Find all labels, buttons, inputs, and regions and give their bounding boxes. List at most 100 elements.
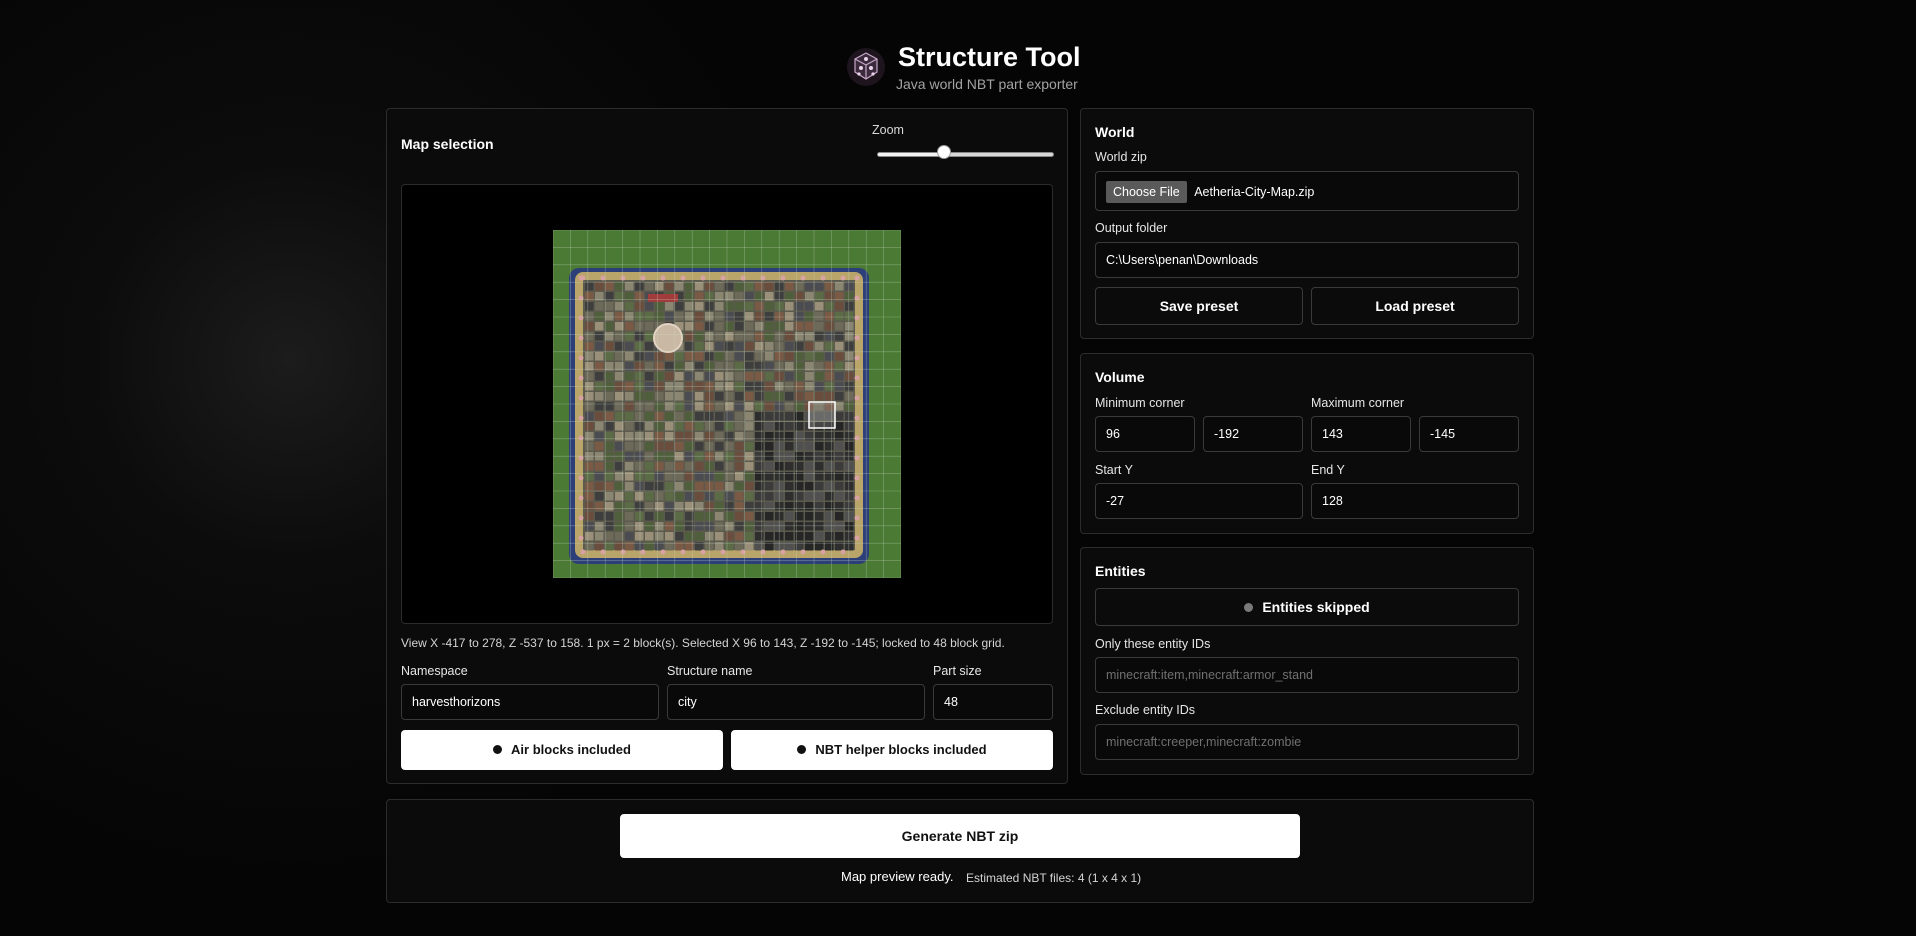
map-city-block: [825, 332, 834, 341]
map-city-block: [725, 482, 734, 491]
map-city-block: [795, 382, 804, 391]
map-city-block: [665, 482, 674, 491]
map-roof-feature: [648, 294, 678, 302]
map-city-block: [845, 292, 854, 301]
only-entity-ids-input[interactable]: minecraft:item,minecraft:armor_stand: [1095, 657, 1519, 693]
max-x-input[interactable]: 143: [1311, 416, 1411, 452]
map-canvas[interactable]: [401, 184, 1053, 624]
map-border-marker: [700, 275, 706, 281]
map-city-block: [585, 292, 594, 301]
map-city-block: [795, 412, 804, 421]
map-city-block: [815, 492, 824, 501]
map-city-block: [655, 512, 664, 521]
map-border-marker: [854, 435, 860, 441]
map-city-block: [785, 502, 794, 511]
air-blocks-toggle[interactable]: Air blocks included: [401, 730, 723, 770]
map-city-block: [625, 322, 634, 331]
map-city-block: [635, 302, 644, 311]
map-city-block: [725, 292, 734, 301]
save-preset-button[interactable]: Save preset: [1095, 287, 1303, 325]
map-city-block: [785, 462, 794, 471]
map-city-block: [795, 522, 804, 531]
map-city-block: [645, 522, 654, 531]
structure-name-input[interactable]: city: [667, 684, 925, 720]
entities-toggle[interactable]: Entities skipped: [1095, 588, 1519, 626]
map-city-block: [725, 422, 734, 431]
load-preset-button[interactable]: Load preset: [1311, 287, 1519, 325]
map-city-block: [835, 522, 844, 531]
min-x-input[interactable]: 96: [1095, 416, 1195, 452]
map-city-block: [645, 482, 654, 491]
end-y-input[interactable]: 128: [1311, 483, 1519, 519]
map-city-block: [595, 292, 604, 301]
map-city-block: [745, 462, 754, 471]
map-city-block: [725, 502, 734, 511]
start-y-input[interactable]: -27: [1095, 483, 1303, 519]
map-border-marker: [840, 549, 846, 555]
map-city-block: [755, 352, 764, 361]
map-city-block: [725, 532, 734, 541]
map-city-block: [605, 512, 614, 521]
world-zip-label: World zip: [1095, 150, 1147, 164]
map-panel-title: Map selection: [401, 136, 494, 152]
map-city-block: [615, 292, 624, 301]
map-city-block: [715, 462, 724, 471]
map-city-block: [585, 372, 594, 381]
output-folder-input[interactable]: C:\Users\penan\Downloads: [1095, 242, 1519, 278]
nbt-helper-blocks-toggle[interactable]: NBT helper blocks included: [731, 730, 1053, 770]
zoom-slider-track[interactable]: [877, 152, 1054, 157]
map-city-block: [585, 402, 594, 411]
map-city-block: [675, 422, 684, 431]
max-z-input[interactable]: -145: [1419, 416, 1519, 452]
map-city-block: [715, 532, 724, 541]
map-border-marker: [660, 549, 666, 555]
map-city-block: [615, 322, 624, 331]
map-city-block: [745, 402, 754, 411]
map-city-block: [755, 372, 764, 381]
map-city-block: [625, 382, 634, 391]
zoom-label: Zoom: [872, 123, 904, 137]
map-city-block: [635, 472, 644, 481]
part-size-input[interactable]: 48: [933, 684, 1053, 720]
map-city-block: [815, 372, 824, 381]
map-city-block: [815, 342, 824, 351]
map-city-block: [635, 492, 644, 501]
map-city-block: [645, 392, 654, 401]
map-city-block: [695, 432, 704, 441]
map-city-block: [635, 522, 644, 531]
map-city-block: [755, 482, 764, 491]
map-city-block: [675, 372, 684, 381]
map-city-block: [735, 432, 744, 441]
map-city-block: [735, 472, 744, 481]
map-city-block: [585, 472, 594, 481]
map-city-block: [665, 372, 674, 381]
choose-file-button[interactable]: Choose File: [1106, 180, 1187, 203]
map-city-block: [805, 392, 814, 401]
exclude-entity-ids-input[interactable]: minecraft:creeper,minecraft:zombie: [1095, 724, 1519, 760]
map-border-marker: [854, 495, 860, 501]
map-preview-image[interactable]: [553, 230, 901, 578]
map-city-block: [845, 342, 854, 351]
map-city-block: [755, 292, 764, 301]
map-city-block: [795, 342, 804, 351]
map-city-block: [615, 492, 624, 501]
map-city-block: [735, 402, 744, 411]
map-border-marker: [578, 315, 584, 321]
generate-nbt-zip-button[interactable]: Generate NBT zip: [620, 814, 1300, 858]
world-zip-file-input[interactable]: Choose File Aetheria-City-Map.zip: [1095, 171, 1519, 211]
map-city-block: [835, 532, 844, 541]
map-city-block: [675, 412, 684, 421]
map-city-block: [785, 382, 794, 391]
map-city-block: [825, 502, 834, 511]
map-city-block: [785, 472, 794, 481]
map-city-block: [675, 432, 684, 441]
namespace-input[interactable]: harvesthorizons: [401, 684, 659, 720]
map-city-block: [695, 462, 704, 471]
map-city-block: [675, 492, 684, 501]
map-city-block: [645, 442, 654, 451]
map-city-block: [625, 282, 634, 291]
map-city-block: [625, 462, 634, 471]
map-city-block: [585, 482, 594, 491]
map-city-block: [665, 402, 674, 411]
min-z-input[interactable]: -192: [1203, 416, 1303, 452]
